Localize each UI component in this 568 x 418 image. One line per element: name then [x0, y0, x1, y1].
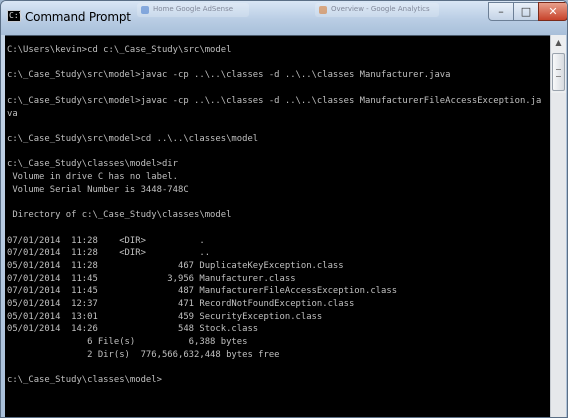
background-tab: Home Google AdSense [137, 3, 249, 17]
console-line: 07/01/2014 11:45 3,956 Manufacturer.clas… [7, 273, 296, 284]
console-line: 6 File(s) 6,388 bytes [7, 337, 248, 348]
console-text: C:\Users\kevin>cd c:\_Case_Study\src\mod… [7, 44, 541, 387]
vertical-scrollbar[interactable]: ▲ [550, 35, 566, 417]
console-line: 05/01/2014 13:01 459 SecurityException.c… [7, 311, 323, 322]
background-tab-label: Home Google AdSense [153, 5, 234, 13]
close-button[interactable]: ✕ [538, 2, 567, 21]
title-bar[interactable]: Home Google AdSense Overview - Google An… [1, 1, 567, 35]
console-output-area[interactable]: C:\Users\kevin>cd c:\_Case_Study\src\mod… [5, 35, 550, 417]
console-line: Volume in drive C has no label. [7, 172, 178, 183]
command-prompt-window: Home Google AdSense Overview - Google An… [0, 0, 568, 418]
console-line: 07/01/2014 11:28 <DIR> . [7, 235, 205, 246]
console-line: C:\Users\kevin>cd c:\_Case_Study\src\mod… [7, 45, 232, 55]
adsense-icon [141, 6, 149, 14]
maximize-button[interactable]: □ [513, 2, 539, 21]
console-line: 2 Dir(s) 776,566,632,448 bytes free [7, 349, 280, 360]
console-line: 05/01/2014 12:37 471 RecordNotFoundExcep… [7, 299, 355, 310]
console-line: c:\_Case_Study\src\model>javac -cp ..\..… [7, 95, 542, 106]
console-line: Directory of c:\_Case_Study\classes\mode… [7, 210, 232, 221]
scroll-up-arrow-icon[interactable]: ▲ [551, 35, 566, 51]
background-tab-label: Overview - Google Analytics [331, 5, 430, 13]
console-line: 07/01/2014 11:28 <DIR> .. [7, 248, 211, 259]
console-line: va [7, 108, 18, 119]
window-title: Command Prompt [25, 10, 131, 24]
console-icon[interactable]: C:\ [7, 10, 23, 22]
scrollbar-track[interactable] [551, 93, 566, 417]
console-line: c:\_Case_Study\src\model>cd ..\..\classe… [7, 133, 259, 144]
console-line: 05/01/2014 11:28 467 DuplicateKeyExcepti… [7, 260, 344, 271]
console-line: c:\_Case_Study\classes\model>dir [7, 159, 178, 170]
console-line: c:\_Case_Study\classes\model> [7, 375, 162, 386]
scrollbar-thumb[interactable] [552, 53, 565, 91]
console-line: c:\_Case_Study\src\model>javac -cp ..\..… [7, 70, 451, 81]
console-line: Volume Serial Number is 3448-748C [7, 184, 189, 195]
console-line: 07/01/2014 11:45 487 ManufacturerFileAcc… [7, 286, 398, 297]
console-line: 05/01/2014 14:26 548 Stock.class [7, 324, 259, 335]
background-tab: Overview - Google Analytics [315, 3, 439, 17]
analytics-icon [319, 6, 327, 14]
minimize-button[interactable]: – [488, 2, 514, 21]
